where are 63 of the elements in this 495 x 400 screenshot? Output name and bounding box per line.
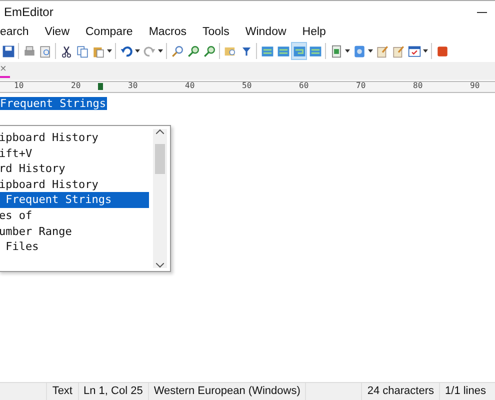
list-item[interactable]: ipboard History — [0, 176, 149, 192]
list-item[interactable]: umber Range — [0, 224, 149, 240]
list-item[interactable]: ipboard History — [0, 130, 149, 146]
menu-item[interactable]: Tools — [202, 26, 236, 38]
filter-icon[interactable] — [240, 44, 252, 58]
ruler-label: 20 — [71, 81, 81, 90]
ruler-label: 70 — [356, 81, 366, 90]
dropdown-arrow-icon[interactable] — [135, 49, 140, 53]
scissors-icon[interactable] — [60, 44, 72, 58]
stop-icon[interactable] — [436, 44, 448, 58]
wrap-icon[interactable] — [292, 44, 306, 58]
magnifier-icon[interactable] — [186, 44, 200, 58]
ruler-label: 40 — [185, 81, 195, 90]
menu-item[interactable]: Compare — [86, 26, 140, 38]
menu-item[interactable]: Macros — [148, 26, 194, 38]
dropdown-arrow-icon[interactable] — [158, 49, 163, 53]
status-field: Western European (Windows) — [148, 383, 306, 400]
ruler-label: 60 — [299, 81, 309, 90]
notepad-icon[interactable] — [392, 44, 404, 58]
list-item[interactable]: Frequent Strings — [0, 192, 149, 208]
ruler-label: 80 — [413, 81, 423, 90]
list-item[interactable]: Files — [0, 239, 149, 255]
save-icon[interactable] — [2, 44, 14, 58]
panel-icon[interactable] — [276, 44, 290, 58]
checklist-icon[interactable] — [408, 44, 420, 58]
magnifier-icon[interactable] — [202, 44, 216, 58]
dropdown-arrow-icon[interactable] — [368, 49, 373, 53]
ruler-label: 30 — [128, 81, 138, 90]
undo-icon[interactable] — [120, 44, 132, 58]
status-field: 1/1 lines — [439, 383, 491, 400]
page-magnifier-icon[interactable] — [38, 44, 52, 58]
list-item[interactable]: es of — [0, 208, 149, 224]
window-title: EmEditor — [4, 5, 54, 19]
printer-icon[interactable] — [22, 44, 36, 58]
scroll-down-icon[interactable] — [156, 263, 164, 268]
menu-item[interactable]: Window — [245, 26, 294, 38]
dropdown-arrow-icon[interactable] — [345, 49, 350, 53]
list-item[interactable]: ift+V — [0, 146, 149, 162]
panel-icon[interactable] — [308, 44, 322, 58]
scrollbar[interactable] — [153, 129, 167, 268]
dropdown-arrow-icon[interactable] — [423, 49, 428, 53]
clipboard-icon[interactable] — [92, 44, 104, 58]
menu-item[interactable]: Help — [302, 26, 333, 38]
cursor-marker — [98, 83, 103, 90]
selected-text: Frequent Strings — [0, 97, 107, 110]
menu-item[interactable]: earch — [0, 26, 36, 38]
dropdown-arrow-icon[interactable] — [107, 49, 112, 53]
panel-icon[interactable] — [260, 44, 274, 58]
status-field: Ln 1, Col 25 — [78, 383, 148, 400]
folder-search-icon[interactable] — [224, 44, 236, 58]
status-field: Text — [46, 383, 78, 400]
search-icon[interactable] — [170, 44, 184, 58]
close-tab-button[interactable]: × — [0, 63, 10, 78]
copy-icon[interactable] — [76, 44, 88, 58]
status-field: 24 characters — [361, 383, 440, 400]
scroll-thumb[interactable] — [155, 144, 165, 174]
list-item[interactable]: rd History — [0, 161, 149, 177]
menu-item[interactable]: View — [44, 26, 76, 38]
scroll-up-icon[interactable] — [156, 129, 164, 134]
ruler-label: 50 — [242, 81, 252, 90]
document-icon[interactable] — [330, 44, 342, 58]
ruler-label: 10 — [14, 81, 24, 90]
ruler-label: 90 — [470, 81, 480, 90]
